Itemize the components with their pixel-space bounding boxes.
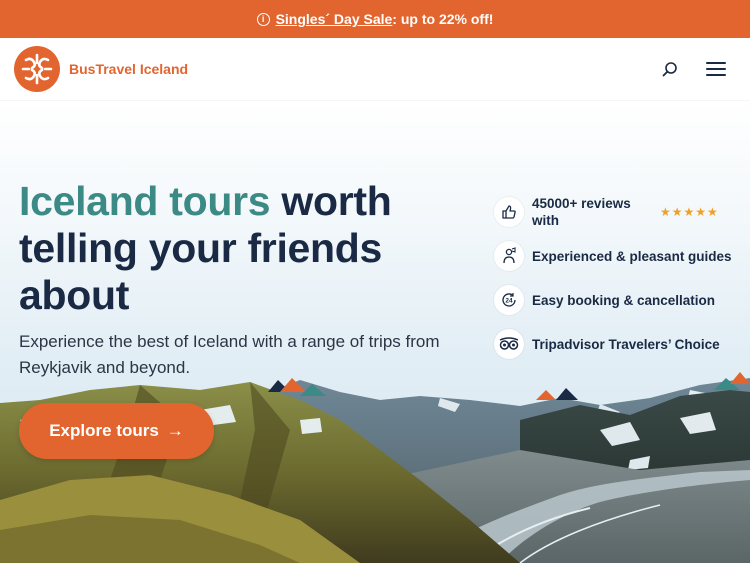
explore-tours-button[interactable]: Explore tours → bbox=[19, 403, 214, 459]
feature-list: 45000+ reviews with ★★★★★ Experienced & … bbox=[494, 190, 744, 366]
feature-booking: 24 Easy booking & cancellation bbox=[494, 278, 744, 322]
hero-subtitle: Experience the best of Iceland with a ra… bbox=[19, 332, 440, 377]
feature-guides: Experienced & pleasant guides bbox=[494, 234, 744, 278]
guide-icon bbox=[494, 241, 524, 271]
sale-text: : up to 22% off! bbox=[392, 11, 494, 27]
feature-tripadvisor-text: Tripadvisor Travelers’ Choice bbox=[532, 336, 720, 352]
logo-link[interactable]: BusTravel Iceland bbox=[14, 46, 188, 92]
search-icon[interactable] bbox=[656, 55, 684, 83]
feature-tripadvisor: Tripadvisor Travelers’ Choice bbox=[494, 322, 744, 366]
feature-reviews: 45000+ reviews with ★★★★★ bbox=[494, 190, 744, 234]
hamburger-menu-icon[interactable] bbox=[702, 55, 730, 83]
info-icon: i bbox=[256, 12, 270, 26]
hero-section: Iceland tours worth telling your friends… bbox=[0, 100, 750, 563]
logo-text: BusTravel Iceland bbox=[69, 61, 189, 77]
arrow-right-icon: → bbox=[166, 421, 184, 440]
promo-banner: i Singles´ Day Sale : up to 22% off! bbox=[0, 0, 750, 38]
feature-guides-text: Experienced & pleasant guides bbox=[532, 248, 732, 264]
bustravel-logo-icon bbox=[14, 46, 60, 92]
thumbs-up-icon bbox=[494, 197, 524, 227]
svg-text:24: 24 bbox=[505, 298, 513, 305]
sale-link[interactable]: Singles´ Day Sale bbox=[276, 11, 393, 27]
hero-title: Iceland tours worth telling your friends… bbox=[19, 178, 439, 319]
24h-icon: 24 bbox=[494, 285, 524, 315]
feature-reviews-text: 45000+ reviews with bbox=[532, 196, 631, 228]
tripadvisor-icon bbox=[494, 329, 524, 359]
star-rating-icon: ★★★★★ bbox=[660, 205, 719, 219]
explore-tours-label: Explore tours bbox=[49, 421, 159, 440]
feature-booking-text: Easy booking & cancellation bbox=[532, 292, 716, 308]
site-header: BusTravel Iceland bbox=[0, 38, 750, 100]
hero-title-accent: Iceland tours bbox=[19, 178, 271, 224]
